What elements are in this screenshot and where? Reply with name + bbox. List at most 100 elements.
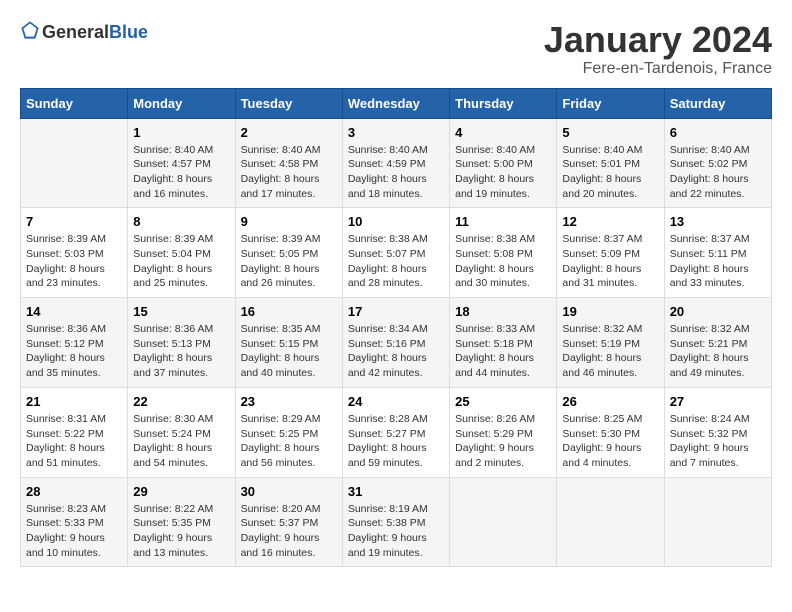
calendar-cell xyxy=(557,477,664,567)
day-number: 8 xyxy=(133,214,229,229)
day-info: Sunrise: 8:39 AMSunset: 5:03 PMDaylight:… xyxy=(26,232,122,291)
calendar-cell: 3 Sunrise: 8:40 AMSunset: 4:59 PMDaylight… xyxy=(342,118,449,208)
calendar-week-row: 21 Sunrise: 8:31 AMSunset: 5:22 PMDayligh… xyxy=(21,387,772,477)
day-info: Sunrise: 8:36 AMSunset: 5:12 PMDaylight:… xyxy=(26,322,122,381)
calendar-week-row: 28 Sunrise: 8:23 AMSunset: 5:33 PMDayligh… xyxy=(21,477,772,567)
day-number: 12 xyxy=(562,214,658,229)
day-number: 18 xyxy=(455,304,551,319)
day-of-week-header: Wednesday xyxy=(342,88,449,118)
day-info: Sunrise: 8:35 AMSunset: 5:15 PMDaylight:… xyxy=(241,322,337,381)
calendar-cell: 19 Sunrise: 8:32 AMSunset: 5:19 PMDayligh… xyxy=(557,298,664,388)
day-info: Sunrise: 8:40 AMSunset: 5:00 PMDaylight:… xyxy=(455,143,551,202)
day-info: Sunrise: 8:19 AMSunset: 5:38 PMDaylight:… xyxy=(348,502,444,561)
page-header: GeneralBlue January 2024 Fere-en-Tardeno… xyxy=(20,20,772,78)
day-number: 30 xyxy=(241,484,337,499)
page-subtitle: Fere-en-Tardenois, France xyxy=(544,60,772,78)
day-info: Sunrise: 8:39 AMSunset: 5:05 PMDaylight:… xyxy=(241,232,337,291)
calendar-cell: 27Sunrise: 8:24 AMSunset: 5:32 PMDayligh… xyxy=(664,387,771,477)
calendar-cell: 9 Sunrise: 8:39 AMSunset: 5:05 PMDaylight… xyxy=(235,208,342,298)
day-number: 13 xyxy=(670,214,766,229)
calendar-cell: 14Sunrise: 8:36 AMSunset: 5:12 PMDayligh… xyxy=(21,298,128,388)
day-number: 21 xyxy=(26,394,122,409)
day-number: 2 xyxy=(241,125,337,140)
logo: GeneralBlue xyxy=(20,20,148,45)
calendar-cell: 18 Sunrise: 8:33 AMSunset: 5:18 PMDayligh… xyxy=(450,298,557,388)
title-block: January 2024 Fere-en-Tardenois, France xyxy=(544,20,772,78)
day-number: 3 xyxy=(348,125,444,140)
day-info: Sunrise: 8:40 AMSunset: 4:58 PMDaylight:… xyxy=(241,143,337,202)
day-of-week-header: Friday xyxy=(557,88,664,118)
day-number: 11 xyxy=(455,214,551,229)
calendar-header-row: SundayMondayTuesdayWednesdayThursdayFrid… xyxy=(21,88,772,118)
day-of-week-header: Monday xyxy=(128,88,235,118)
calendar-cell: 8 Sunrise: 8:39 AMSunset: 5:04 PMDaylight… xyxy=(128,208,235,298)
calendar-cell: 20Sunrise: 8:32 AMSunset: 5:21 PMDayligh… xyxy=(664,298,771,388)
calendar-table: SundayMondayTuesdayWednesdayThursdayFrid… xyxy=(20,88,772,568)
day-info: Sunrise: 8:40 AMSunset: 4:57 PMDaylight:… xyxy=(133,143,229,202)
day-number: 7 xyxy=(26,214,122,229)
day-number: 4 xyxy=(455,125,551,140)
day-info: Sunrise: 8:34 AMSunset: 5:16 PMDaylight:… xyxy=(348,322,444,381)
page-title: January 2024 xyxy=(544,20,772,60)
day-info: Sunrise: 8:32 AMSunset: 5:19 PMDaylight:… xyxy=(562,322,658,381)
day-info: Sunrise: 8:38 AMSunset: 5:08 PMDaylight:… xyxy=(455,232,551,291)
calendar-cell: 17 Sunrise: 8:34 AMSunset: 5:16 PMDayligh… xyxy=(342,298,449,388)
calendar-cell: 13 Sunrise: 8:37 AMSunset: 5:11 PMDayligh… xyxy=(664,208,771,298)
day-info: Sunrise: 8:40 AMSunset: 5:01 PMDaylight:… xyxy=(562,143,658,202)
calendar-cell: 21 Sunrise: 8:31 AMSunset: 5:22 PMDayligh… xyxy=(21,387,128,477)
logo-general: GeneralBlue xyxy=(42,22,148,43)
day-number: 9 xyxy=(241,214,337,229)
calendar-cell xyxy=(21,118,128,208)
day-of-week-header: Thursday xyxy=(450,88,557,118)
day-number: 6 xyxy=(670,125,766,140)
calendar-cell xyxy=(450,477,557,567)
day-number: 17 xyxy=(348,304,444,319)
day-info: Sunrise: 8:25 AMSunset: 5:30 PMDaylight:… xyxy=(562,412,658,471)
calendar-cell: 15Sunrise: 8:36 AMSunset: 5:13 PMDayligh… xyxy=(128,298,235,388)
day-info: Sunrise: 8:26 AMSunset: 5:29 PMDaylight:… xyxy=(455,412,551,471)
calendar-cell xyxy=(664,477,771,567)
calendar-week-row: 7 Sunrise: 8:39 AMSunset: 5:03 PMDaylight… xyxy=(21,208,772,298)
calendar-cell: 16 Sunrise: 8:35 AMSunset: 5:15 PMDayligh… xyxy=(235,298,342,388)
day-info: Sunrise: 8:23 AMSunset: 5:33 PMDaylight:… xyxy=(26,502,122,561)
calendar-cell: 11 Sunrise: 8:38 AMSunset: 5:08 PMDayligh… xyxy=(450,208,557,298)
calendar-week-row: 1 Sunrise: 8:40 AMSunset: 4:57 PMDaylight… xyxy=(21,118,772,208)
day-number: 24 xyxy=(348,394,444,409)
day-number: 23 xyxy=(241,394,337,409)
calendar-cell: 26 Sunrise: 8:25 AMSunset: 5:30 PMDayligh… xyxy=(557,387,664,477)
day-number: 5 xyxy=(562,125,658,140)
calendar-cell: 22Sunrise: 8:30 AMSunset: 5:24 PMDayligh… xyxy=(128,387,235,477)
calendar-cell: 30Sunrise: 8:20 AMSunset: 5:37 PMDayligh… xyxy=(235,477,342,567)
day-number: 28 xyxy=(26,484,122,499)
day-info: Sunrise: 8:37 AMSunset: 5:11 PMDaylight:… xyxy=(670,232,766,291)
day-number: 19 xyxy=(562,304,658,319)
day-number: 22 xyxy=(133,394,229,409)
calendar-cell: 23 Sunrise: 8:29 AMSunset: 5:25 PMDayligh… xyxy=(235,387,342,477)
day-info: Sunrise: 8:31 AMSunset: 5:22 PMDaylight:… xyxy=(26,412,122,471)
calendar-cell: 28 Sunrise: 8:23 AMSunset: 5:33 PMDayligh… xyxy=(21,477,128,567)
calendar-cell: 7 Sunrise: 8:39 AMSunset: 5:03 PMDaylight… xyxy=(21,208,128,298)
calendar-cell: 24Sunrise: 8:28 AMSunset: 5:27 PMDayligh… xyxy=(342,387,449,477)
calendar-cell: 25 Sunrise: 8:26 AMSunset: 5:29 PMDayligh… xyxy=(450,387,557,477)
calendar-cell: 4 Sunrise: 8:40 AMSunset: 5:00 PMDaylight… xyxy=(450,118,557,208)
day-info: Sunrise: 8:22 AMSunset: 5:35 PMDaylight:… xyxy=(133,502,229,561)
day-number: 10 xyxy=(348,214,444,229)
day-info: Sunrise: 8:36 AMSunset: 5:13 PMDaylight:… xyxy=(133,322,229,381)
day-number: 26 xyxy=(562,394,658,409)
day-info: Sunrise: 8:33 AMSunset: 5:18 PMDaylight:… xyxy=(455,322,551,381)
day-number: 27 xyxy=(670,394,766,409)
day-number: 29 xyxy=(133,484,229,499)
day-info: Sunrise: 8:39 AMSunset: 5:04 PMDaylight:… xyxy=(133,232,229,291)
day-number: 25 xyxy=(455,394,551,409)
day-number: 20 xyxy=(670,304,766,319)
day-of-week-header: Saturday xyxy=(664,88,771,118)
calendar-week-row: 14Sunrise: 8:36 AMSunset: 5:12 PMDayligh… xyxy=(21,298,772,388)
day-number: 16 xyxy=(241,304,337,319)
calendar-cell: 6Sunrise: 8:40 AMSunset: 5:02 PMDaylight… xyxy=(664,118,771,208)
day-number: 1 xyxy=(133,125,229,140)
calendar-cell: 12Sunrise: 8:37 AMSunset: 5:09 PMDayligh… xyxy=(557,208,664,298)
calendar-cell: 29 Sunrise: 8:22 AMSunset: 5:35 PMDayligh… xyxy=(128,477,235,567)
day-info: Sunrise: 8:40 AMSunset: 4:59 PMDaylight:… xyxy=(348,143,444,202)
calendar-cell: 2 Sunrise: 8:40 AMSunset: 4:58 PMDaylight… xyxy=(235,118,342,208)
day-info: Sunrise: 8:29 AMSunset: 5:25 PMDaylight:… xyxy=(241,412,337,471)
